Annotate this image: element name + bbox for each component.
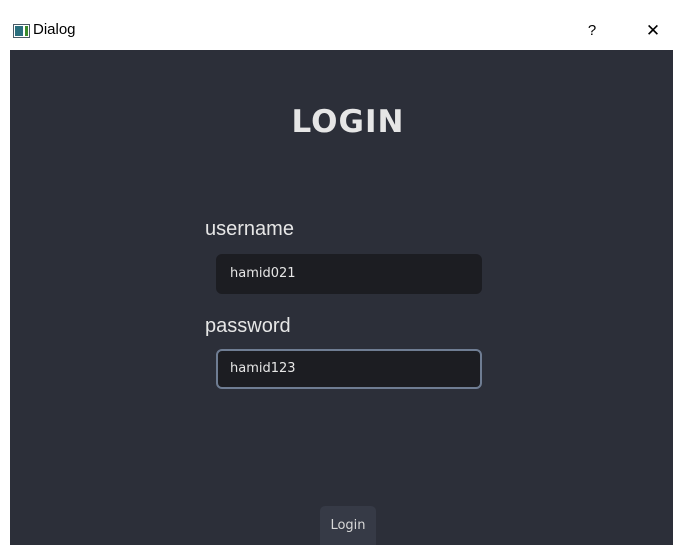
login-button[interactable]: Login [320, 506, 376, 545]
username-field[interactable]: hamid021 [216, 254, 482, 294]
page-title: LOGIN [291, 104, 405, 140]
window-title: Dialog [33, 21, 76, 38]
app-window-icon [13, 24, 30, 38]
desktop-edge [0, 0, 10, 545]
help-button[interactable]: ? [578, 18, 606, 44]
password-label: password [205, 315, 291, 337]
username-label: username [205, 218, 294, 240]
password-field[interactable]: hamid123 [216, 349, 482, 389]
title-bar[interactable]: Dialog ? ✕ [10, 12, 673, 50]
dialog-window: Dialog ? ✕ LOGIN username hamid021 passw… [10, 12, 673, 545]
close-icon[interactable]: ✕ [638, 18, 668, 44]
